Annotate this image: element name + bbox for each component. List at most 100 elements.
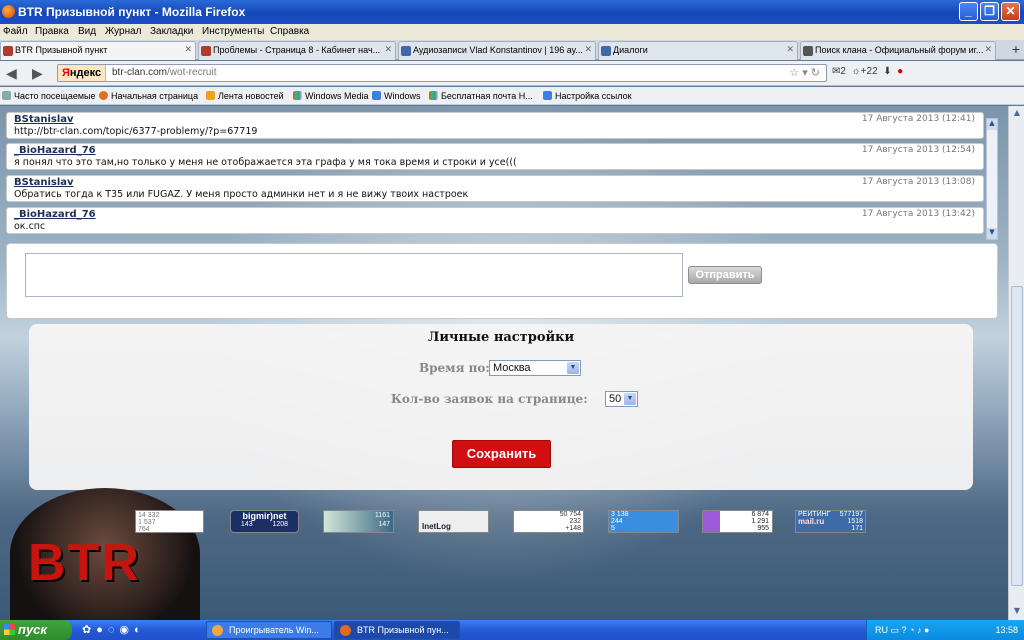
vk-favicon-icon <box>401 46 411 56</box>
counter-value: 14 332 <box>138 512 160 519</box>
bookmarks-bar: Часто посещаемые Начальная страница Лент… <box>0 87 1024 105</box>
close-tab-icon[interactable]: ✕ <box>984 44 992 55</box>
task-media-player[interactable]: Проигрыватель Win... <box>206 621 332 639</box>
bookmark-label: Лента новостей <box>218 91 284 101</box>
back-arrow-icon[interactable]: ◀ <box>6 65 17 82</box>
per-page-select[interactable]: 50 ▼ <box>605 391 638 407</box>
bookmark-news-feed[interactable]: Лента новостей <box>206 91 284 101</box>
bookmark-label: Бесплатная почта Н... <box>441 91 533 101</box>
tab-bar: BTR Призывной пункт ✕ Проблемы - Страниц… <box>0 40 1024 60</box>
tray-icons[interactable]: ▭ ? ◔ ♪ ● <box>891 625 930 635</box>
timezone-select[interactable]: Москва ▼ <box>489 360 581 376</box>
counter-6[interactable]: 3 138 244 5 <box>608 510 679 533</box>
menu-tools[interactable]: Инструменты <box>202 26 264 37</box>
start-button[interactable]: пуск <box>0 620 72 640</box>
counter-value: 147 <box>378 521 390 528</box>
counter-mailru[interactable]: РЕЙТИНГ 577197 mail.ru 1518 171 <box>795 510 866 533</box>
weather-temp: +22 <box>860 66 878 77</box>
message-author[interactable]: BStanislav <box>14 177 74 188</box>
system-tray: RU ▭ ? ◔ ♪ ● 13:58 <box>866 620 1024 640</box>
close-window-button[interactable]: ✕ <box>1001 2 1020 21</box>
tab-problems[interactable]: Проблемы - Страница 8 - Кабинет нач... ✕ <box>198 41 396 60</box>
counter-value: 232 <box>569 518 581 525</box>
new-tab-button[interactable]: + <box>1012 41 1020 57</box>
chat-message: BStanislav 17 Августа 2013 (13:08) Обрат… <box>6 175 984 202</box>
reload-icon[interactable]: ↻ <box>811 67 820 79</box>
mail-count: 2 <box>840 66 846 77</box>
menu-help[interactable]: Справка <box>270 26 309 37</box>
close-tab-icon[interactable]: ✕ <box>786 44 794 55</box>
tab-dialogs[interactable]: Диалоги ✕ <box>598 41 798 60</box>
bookmark-link-settings[interactable]: Настройка ссылок <box>543 91 632 101</box>
tab-audio[interactable]: Аудиозаписи Vlad Konstantinov | 196 ау..… <box>398 41 596 60</box>
bookmark-most-visited[interactable]: Часто посещаемые <box>2 91 96 101</box>
message-author[interactable]: _BioHazard_76 <box>14 145 96 156</box>
windows-flag-icon <box>4 624 15 635</box>
maximize-button[interactable]: ❐ <box>980 2 999 21</box>
forward-arrow-icon[interactable]: ▶ <box>32 65 43 82</box>
url-text[interactable]: btr-clan.com/wot-recruit <box>112 67 216 78</box>
menu-edit[interactable]: Правка <box>35 26 69 37</box>
url-bar-icons[interactable]: ☆ ▾ ↻ <box>789 66 820 79</box>
downloads-icon[interactable]: ⬇ <box>883 66 891 77</box>
counter-hotlog[interactable]: 50 754 232 +148 <box>513 510 584 533</box>
bookmark-windows[interactable]: Windows <box>372 91 421 101</box>
bookmark-free-mail[interactable]: Бесплатная почта Н... <box>429 91 533 101</box>
tab-clan-search[interactable]: Поиск клана - Официальный форум иг... ✕ <box>800 41 996 60</box>
weather-icon[interactable]: ☼ <box>852 66 861 77</box>
counter-value: 143 <box>240 521 253 528</box>
counter-value: 955 <box>757 525 769 532</box>
task-label: Проигрыватель Win... <box>229 625 319 635</box>
bookmark-windows-media[interactable]: Windows Media <box>293 91 369 101</box>
scrollbar-thumb[interactable] <box>1011 286 1023 586</box>
language-indicator[interactable]: RU <box>875 625 888 635</box>
counter-liveinternet[interactable]: 14 332 1 537 764 <box>135 510 204 533</box>
page-scrollbar[interactable]: ▲ ▼ <box>1008 106 1024 620</box>
tab-btr-recruit[interactable]: BTR Призывной пункт ✕ <box>0 41 196 60</box>
url-bar[interactable]: Яндекс btr-clan.com/wot-recruit ☆ ▾ ↻ <box>57 64 827 82</box>
menu-history[interactable]: Журнал <box>105 26 142 37</box>
counter-value: +148 <box>565 525 581 532</box>
counter-bigmir[interactable]: bigmir)net 143 1208 <box>230 510 299 533</box>
close-tab-icon[interactable]: ✕ <box>584 44 592 55</box>
message-author[interactable]: _BioHazard_76 <box>14 209 96 220</box>
scroll-down-icon[interactable]: ▼ <box>987 228 997 239</box>
yandex-badge[interactable]: Яндекс <box>58 65 107 81</box>
clock[interactable]: 13:58 <box>995 620 1018 640</box>
chevron-down-icon[interactable]: ▼ <box>624 393 636 405</box>
menu-bookmarks[interactable]: Закладки <box>150 26 193 37</box>
save-button[interactable]: Сохранить <box>452 440 551 468</box>
send-button[interactable]: Отправить <box>688 266 762 284</box>
scroll-down-icon[interactable]: ▼ <box>1011 606 1023 618</box>
counter-7[interactable]: 6 874 1 291 955 <box>702 510 773 533</box>
logo-text: BTR <box>28 534 141 592</box>
task-firefox[interactable]: BTR Призывной пун... <box>334 621 460 639</box>
counter-value: 577197 <box>839 511 863 518</box>
chat-scrollbar[interactable]: ▲ ▼ <box>986 118 998 240</box>
tab-label: BTR Призывной пункт <box>15 45 108 55</box>
window-title: BTR Призывной пункт - Mozilla Firefox <box>18 5 246 19</box>
counter-3[interactable]: 1161 147 <box>323 510 394 533</box>
menu-view[interactable]: Вид <box>78 26 96 37</box>
quick-launch[interactable]: ✿●◌◉◐ <box>82 623 146 636</box>
personal-settings-panel: Личные настройки Время по: Москва ▼ Кол-в… <box>29 324 973 490</box>
counter-inetlog[interactable]: InetLog <box>418 510 489 533</box>
dropdown-arrow-icon[interactable]: ▾ <box>802 67 808 79</box>
close-tab-icon[interactable]: ✕ <box>384 44 392 55</box>
close-tab-icon[interactable]: ✕ <box>184 44 192 55</box>
tab-label: Аудиозаписи Vlad Konstantinov | 196 ау..… <box>413 45 583 55</box>
chevron-down-icon[interactable]: ▼ <box>567 362 579 374</box>
chat-log: BStanislav 17 Августа 2013 (12:41) http:… <box>6 112 998 240</box>
minimize-button[interactable]: _ <box>959 2 978 21</box>
scroll-up-icon[interactable]: ▲ <box>987 119 997 130</box>
counter-value: 1 537 <box>138 519 156 526</box>
scroll-up-icon[interactable]: ▲ <box>1011 108 1023 120</box>
message-time: 17 Августа 2013 (12:41) <box>861 114 975 124</box>
message-text: я понял что это там,но только у меня не … <box>14 157 517 168</box>
message-input[interactable] <box>25 253 683 297</box>
bookmark-home[interactable]: Начальная страница <box>99 91 198 101</box>
menu-file[interactable]: Файл <box>3 26 28 37</box>
bookmark-star-icon[interactable]: ☆ <box>789 67 799 79</box>
adblock-icon[interactable]: ● <box>897 66 903 77</box>
message-author[interactable]: BStanislav <box>14 114 74 125</box>
